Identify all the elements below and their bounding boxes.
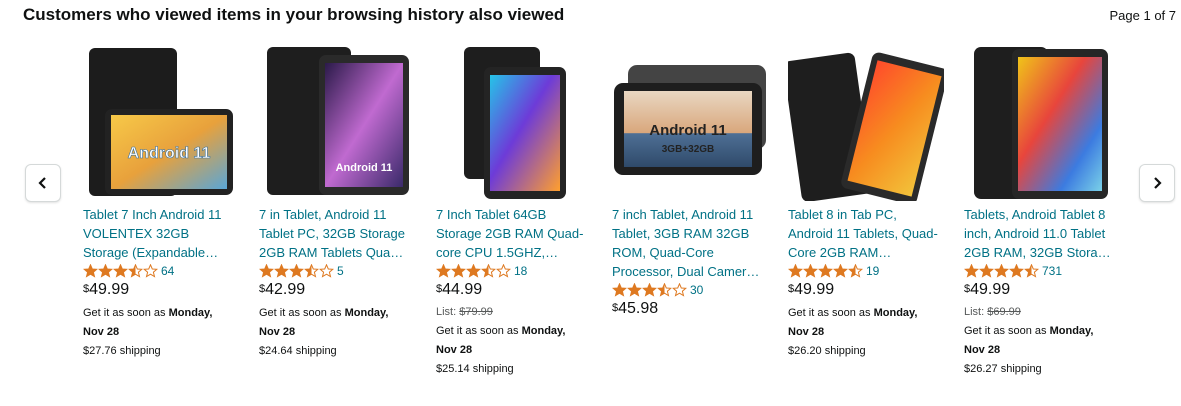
product-title-link[interactable]: Tablet 7 Inch Android 11 VOLENTEX 32GB S… xyxy=(83,205,237,262)
shipping-cost: $25.14 shipping xyxy=(436,363,514,375)
star-icon xyxy=(627,282,642,297)
star-icon xyxy=(319,263,334,278)
shipping-cost: $27.76 shipping xyxy=(83,345,161,357)
star-icon xyxy=(672,282,687,297)
product-card: Android 11 3GB+32GB 7 inch Tablet, Andro… xyxy=(612,44,768,322)
star-icon xyxy=(964,263,979,278)
list-price: List: $69.99 xyxy=(964,306,1021,318)
page-indicator: Page 1 of 7 xyxy=(1109,8,1177,23)
star-icon xyxy=(83,263,98,278)
star-icon xyxy=(803,263,818,278)
star-icon xyxy=(436,263,451,278)
star-icon xyxy=(289,263,304,278)
svg-text:Android 11: Android 11 xyxy=(336,162,393,174)
star-rating[interactable] xyxy=(964,263,1039,278)
product-image[interactable]: Android 11 3GB+32GB xyxy=(612,44,768,202)
star-rating[interactable] xyxy=(83,263,158,278)
carousel-prev-button[interactable] xyxy=(25,164,61,202)
product-title-link[interactable]: 7 inch Tablet, Android 11 Tablet, 3GB RA… xyxy=(612,205,766,281)
product-image[interactable]: Android 11 xyxy=(259,44,415,202)
star-icon xyxy=(496,263,511,278)
product-image[interactable] xyxy=(964,44,1120,202)
star-icon xyxy=(451,263,466,278)
chevron-right-icon xyxy=(1154,177,1162,189)
delivery-info: Get it as soon as Monday, Nov 28 xyxy=(83,307,213,338)
star-icon xyxy=(128,263,143,278)
star-icon xyxy=(818,263,833,278)
product-card: Tablets, Android Tablet 8 inch, Android … xyxy=(964,44,1120,379)
product-card: 7 Inch Tablet 64GB Storage 2GB RAM Quad-… xyxy=(436,44,592,379)
star-rating[interactable] xyxy=(259,263,334,278)
star-icon xyxy=(259,263,274,278)
star-icon xyxy=(642,282,657,297)
delivery-info: Get it as soon as Monday, Nov 28 xyxy=(436,325,566,356)
product-price: $49.99 xyxy=(83,281,130,298)
review-count-link[interactable]: 64 xyxy=(161,264,174,278)
star-icon xyxy=(657,282,672,297)
product-price: $44.99 xyxy=(436,281,483,298)
delivery-info: Get it as soon as Monday, Nov 28 xyxy=(259,307,389,338)
star-rating[interactable] xyxy=(612,282,687,297)
review-count-link[interactable]: 18 xyxy=(514,264,527,278)
product-image[interactable]: Android 11 xyxy=(83,44,239,202)
star-icon xyxy=(143,263,158,278)
shipping-cost: $24.64 shipping xyxy=(259,345,337,357)
svg-text:Android 11: Android 11 xyxy=(649,122,727,139)
review-count-link[interactable]: 731 xyxy=(1042,264,1062,278)
product-card: Tablet 8 in Tab PC, Android 11 Tablets, … xyxy=(788,44,944,361)
product-price: $49.99 xyxy=(964,281,1011,298)
product-title-link[interactable]: Tablets, Android Tablet 8 inch, Android … xyxy=(964,205,1118,262)
page-title: Customers who viewed items in your brows… xyxy=(23,5,565,24)
product-title-link[interactable]: 7 Inch Tablet 64GB Storage 2GB RAM Quad-… xyxy=(436,205,590,262)
product-title-link[interactable]: Tablet 8 in Tab PC, Android 11 Tablets, … xyxy=(788,205,942,262)
shipping-cost: $26.27 shipping xyxy=(964,363,1042,375)
star-rating[interactable] xyxy=(788,263,863,278)
product-card: Android 11 Tablet 7 Inch Android 11 VOLE… xyxy=(83,44,239,361)
star-icon xyxy=(612,282,627,297)
carousel-next-button[interactable] xyxy=(1139,164,1175,202)
product-image[interactable] xyxy=(436,44,592,202)
star-icon xyxy=(994,263,1009,278)
star-icon xyxy=(274,263,289,278)
star-icon xyxy=(113,263,128,278)
product-card: Android 11 7 in Tablet, Android 11 Table… xyxy=(259,44,415,361)
delivery-info: Get it as soon as Monday, Nov 28 xyxy=(964,325,1094,356)
product-price: $49.99 xyxy=(788,281,835,298)
review-count-link[interactable]: 5 xyxy=(337,264,344,278)
star-icon xyxy=(1009,263,1024,278)
star-icon xyxy=(848,263,863,278)
chevron-left-icon xyxy=(38,177,46,189)
star-icon xyxy=(98,263,113,278)
svg-text:Android 11: Android 11 xyxy=(128,145,211,162)
list-price: List: $79.99 xyxy=(436,306,493,318)
star-icon xyxy=(304,263,319,278)
shipping-cost: $26.20 shipping xyxy=(788,345,866,357)
star-icon xyxy=(788,263,803,278)
star-icon xyxy=(833,263,848,278)
star-icon xyxy=(979,263,994,278)
review-count-link[interactable]: 19 xyxy=(866,264,879,278)
product-price: $45.98 xyxy=(612,300,659,317)
review-count-link[interactable]: 30 xyxy=(690,283,703,297)
star-icon xyxy=(481,263,496,278)
product-title-link[interactable]: 7 in Tablet, Android 11 Tablet PC, 32GB … xyxy=(259,205,413,262)
product-image[interactable] xyxy=(788,44,944,202)
svg-text:3GB+32GB: 3GB+32GB xyxy=(662,144,715,155)
star-icon xyxy=(1024,263,1039,278)
delivery-info: Get it as soon as Monday, Nov 28 xyxy=(788,307,918,338)
star-rating[interactable] xyxy=(436,263,511,278)
star-icon xyxy=(466,263,481,278)
product-price: $42.99 xyxy=(259,281,306,298)
